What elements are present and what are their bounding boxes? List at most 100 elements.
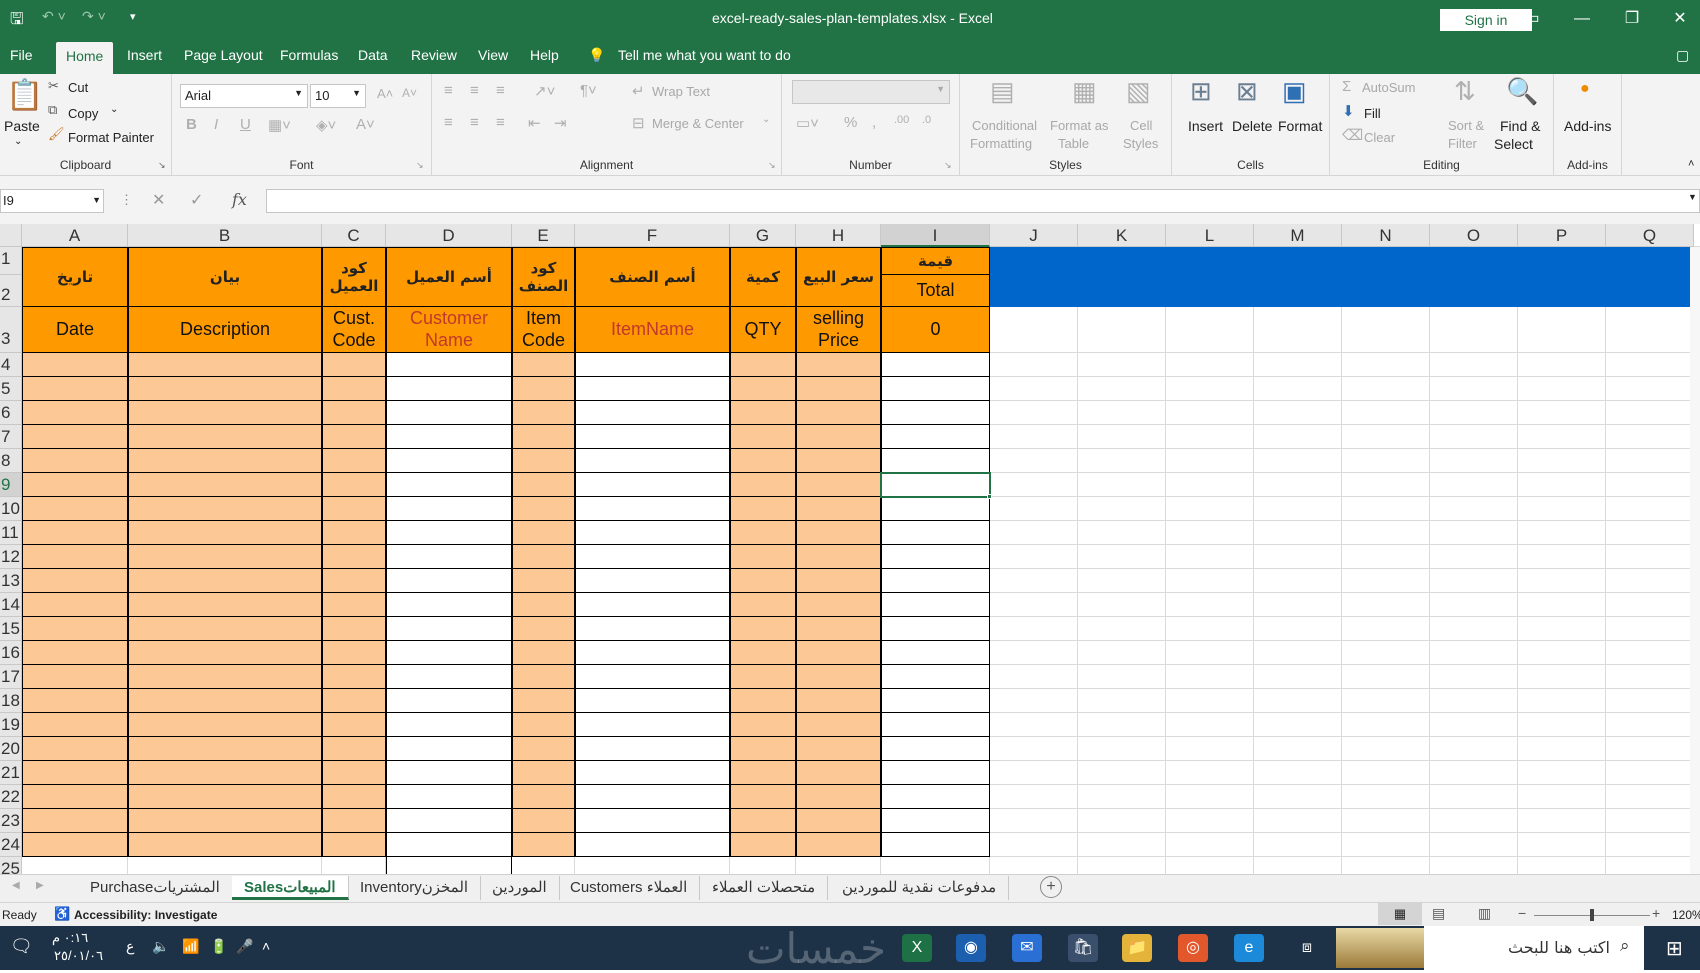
data-cell[interactable] (881, 497, 990, 521)
data-cell[interactable] (881, 425, 990, 449)
data-cell[interactable] (881, 569, 990, 593)
data-cell[interactable] (512, 569, 575, 593)
tab-file[interactable]: File (10, 47, 33, 63)
data-cell[interactable] (512, 689, 575, 713)
fill-color-icon[interactable]: ◈˅ (316, 116, 336, 134)
data-cell[interactable] (22, 521, 128, 545)
format-as-table-button[interactable]: Format as (1050, 118, 1109, 133)
row-header-18[interactable]: 18 (0, 689, 22, 713)
borders-icon[interactable]: ▦˅ (268, 116, 291, 134)
data-cell[interactable] (128, 737, 322, 761)
column-header-k[interactable]: K (1078, 224, 1166, 247)
data-cell[interactable] (512, 521, 575, 545)
data-cell[interactable] (796, 809, 881, 833)
sort-filter-button[interactable]: Sort & (1448, 118, 1484, 133)
data-cell[interactable] (796, 833, 881, 857)
align-middle-icon[interactable]: ≡ (470, 82, 479, 99)
row-header-7[interactable]: 7 (0, 425, 22, 449)
microphone-icon[interactable]: 🎤 (236, 938, 253, 955)
column-header-f[interactable]: F (575, 224, 730, 247)
data-cell[interactable] (881, 665, 990, 689)
number-launcher-icon[interactable]: ↘ (944, 160, 952, 171)
row-header-13[interactable]: 13 (0, 569, 22, 593)
data-cell[interactable] (512, 593, 575, 617)
data-cell[interactable] (796, 353, 881, 377)
font-name-combo[interactable]: Arial ▼ (180, 84, 308, 108)
expand-formula-icon[interactable]: ▼ (1688, 192, 1697, 202)
data-cell[interactable] (128, 449, 322, 473)
clear-button[interactable]: Clear (1364, 130, 1395, 145)
data-cell[interactable] (512, 545, 575, 569)
percent-icon[interactable]: % (844, 114, 857, 131)
data-cell[interactable] (322, 449, 386, 473)
data-cell[interactable] (796, 473, 881, 497)
data-cell[interactable] (796, 521, 881, 545)
data-cell[interactable] (22, 761, 128, 785)
data-cell[interactable] (575, 521, 730, 545)
data-cell[interactable] (730, 713, 796, 737)
data-cell[interactable] (796, 713, 881, 737)
data-cell[interactable] (575, 809, 730, 833)
align-center-icon[interactable]: ≡ (470, 114, 479, 131)
increase-decimal-icon[interactable]: .00 (894, 114, 909, 126)
data-cell[interactable] (22, 425, 128, 449)
column-header-j[interactable]: J (990, 224, 1078, 247)
data-cell[interactable] (386, 737, 512, 761)
row-header-14[interactable]: 14 (0, 593, 22, 617)
data-cell[interactable] (322, 521, 386, 545)
merge-center-button[interactable]: Merge & Center (652, 116, 744, 131)
comments-icon[interactable]: ▢ (1676, 47, 1689, 64)
row-header-22[interactable]: 22 (0, 785, 22, 809)
maximize-icon[interactable]: ❐ (1612, 6, 1652, 32)
find-select-button[interactable]: Find & (1500, 118, 1540, 134)
formula-input[interactable] (266, 189, 1700, 213)
decrease-decimal-icon[interactable]: .0 (922, 114, 931, 126)
clipboard-launcher-icon[interactable]: ↘ (158, 160, 166, 171)
row-header-16[interactable]: 16 (0, 641, 22, 665)
data-cell[interactable] (322, 353, 386, 377)
data-cell[interactable] (575, 617, 730, 641)
format-painter-button[interactable]: Format Painter (68, 130, 154, 145)
volume-icon[interactable]: 🔈 (152, 938, 169, 955)
insert-cells-button[interactable]: Insert (1188, 118, 1223, 134)
sheet-tab-purchase[interactable]: Purchaseالمشتريات (78, 876, 233, 900)
data-cell[interactable] (730, 689, 796, 713)
data-cell[interactable] (730, 809, 796, 833)
align-left-icon[interactable]: ≡ (444, 114, 453, 131)
data-cell[interactable] (575, 425, 730, 449)
data-cell[interactable] (22, 809, 128, 833)
fill-button[interactable]: Fill (1364, 106, 1381, 121)
accounting-icon[interactable]: ▭˅ (796, 114, 819, 132)
row-header-19[interactable]: 19 (0, 713, 22, 737)
bold-icon[interactable]: B (186, 116, 197, 133)
row-header-15[interactable]: 15 (0, 617, 22, 641)
data-cell[interactable] (22, 641, 128, 665)
save-icon[interactable]: 🖫 (10, 8, 24, 35)
tab-help[interactable]: Help (530, 47, 559, 63)
data-cell[interactable] (22, 785, 128, 809)
data-cell[interactable] (128, 353, 322, 377)
clock-date[interactable]: ٢٥/٠١/٠٦ (54, 948, 103, 964)
data-cell[interactable] (575, 761, 730, 785)
data-cell[interactable] (881, 809, 990, 833)
cell-styles-button[interactable]: Cell (1130, 118, 1152, 133)
data-cell[interactable] (322, 689, 386, 713)
data-cell[interactable] (796, 689, 881, 713)
store-taskbar-icon[interactable]: 🛍 (1068, 934, 1098, 962)
row-header-23[interactable]: 23 (0, 809, 22, 833)
data-cell[interactable] (730, 737, 796, 761)
start-button-icon[interactable]: ⊞ (1666, 936, 1683, 961)
data-cell[interactable] (386, 353, 512, 377)
excel-taskbar-icon[interactable]: X (902, 934, 932, 962)
data-cell[interactable] (575, 353, 730, 377)
data-cell[interactable] (881, 737, 990, 761)
data-cell[interactable] (881, 713, 990, 737)
format-cells-button[interactable]: Format (1278, 118, 1322, 134)
data-cell[interactable] (512, 737, 575, 761)
data-cell[interactable] (22, 401, 128, 425)
data-cell[interactable] (22, 713, 128, 737)
data-cell[interactable] (575, 449, 730, 473)
data-cell[interactable] (730, 401, 796, 425)
data-cell[interactable] (730, 425, 796, 449)
data-cell[interactable] (575, 569, 730, 593)
